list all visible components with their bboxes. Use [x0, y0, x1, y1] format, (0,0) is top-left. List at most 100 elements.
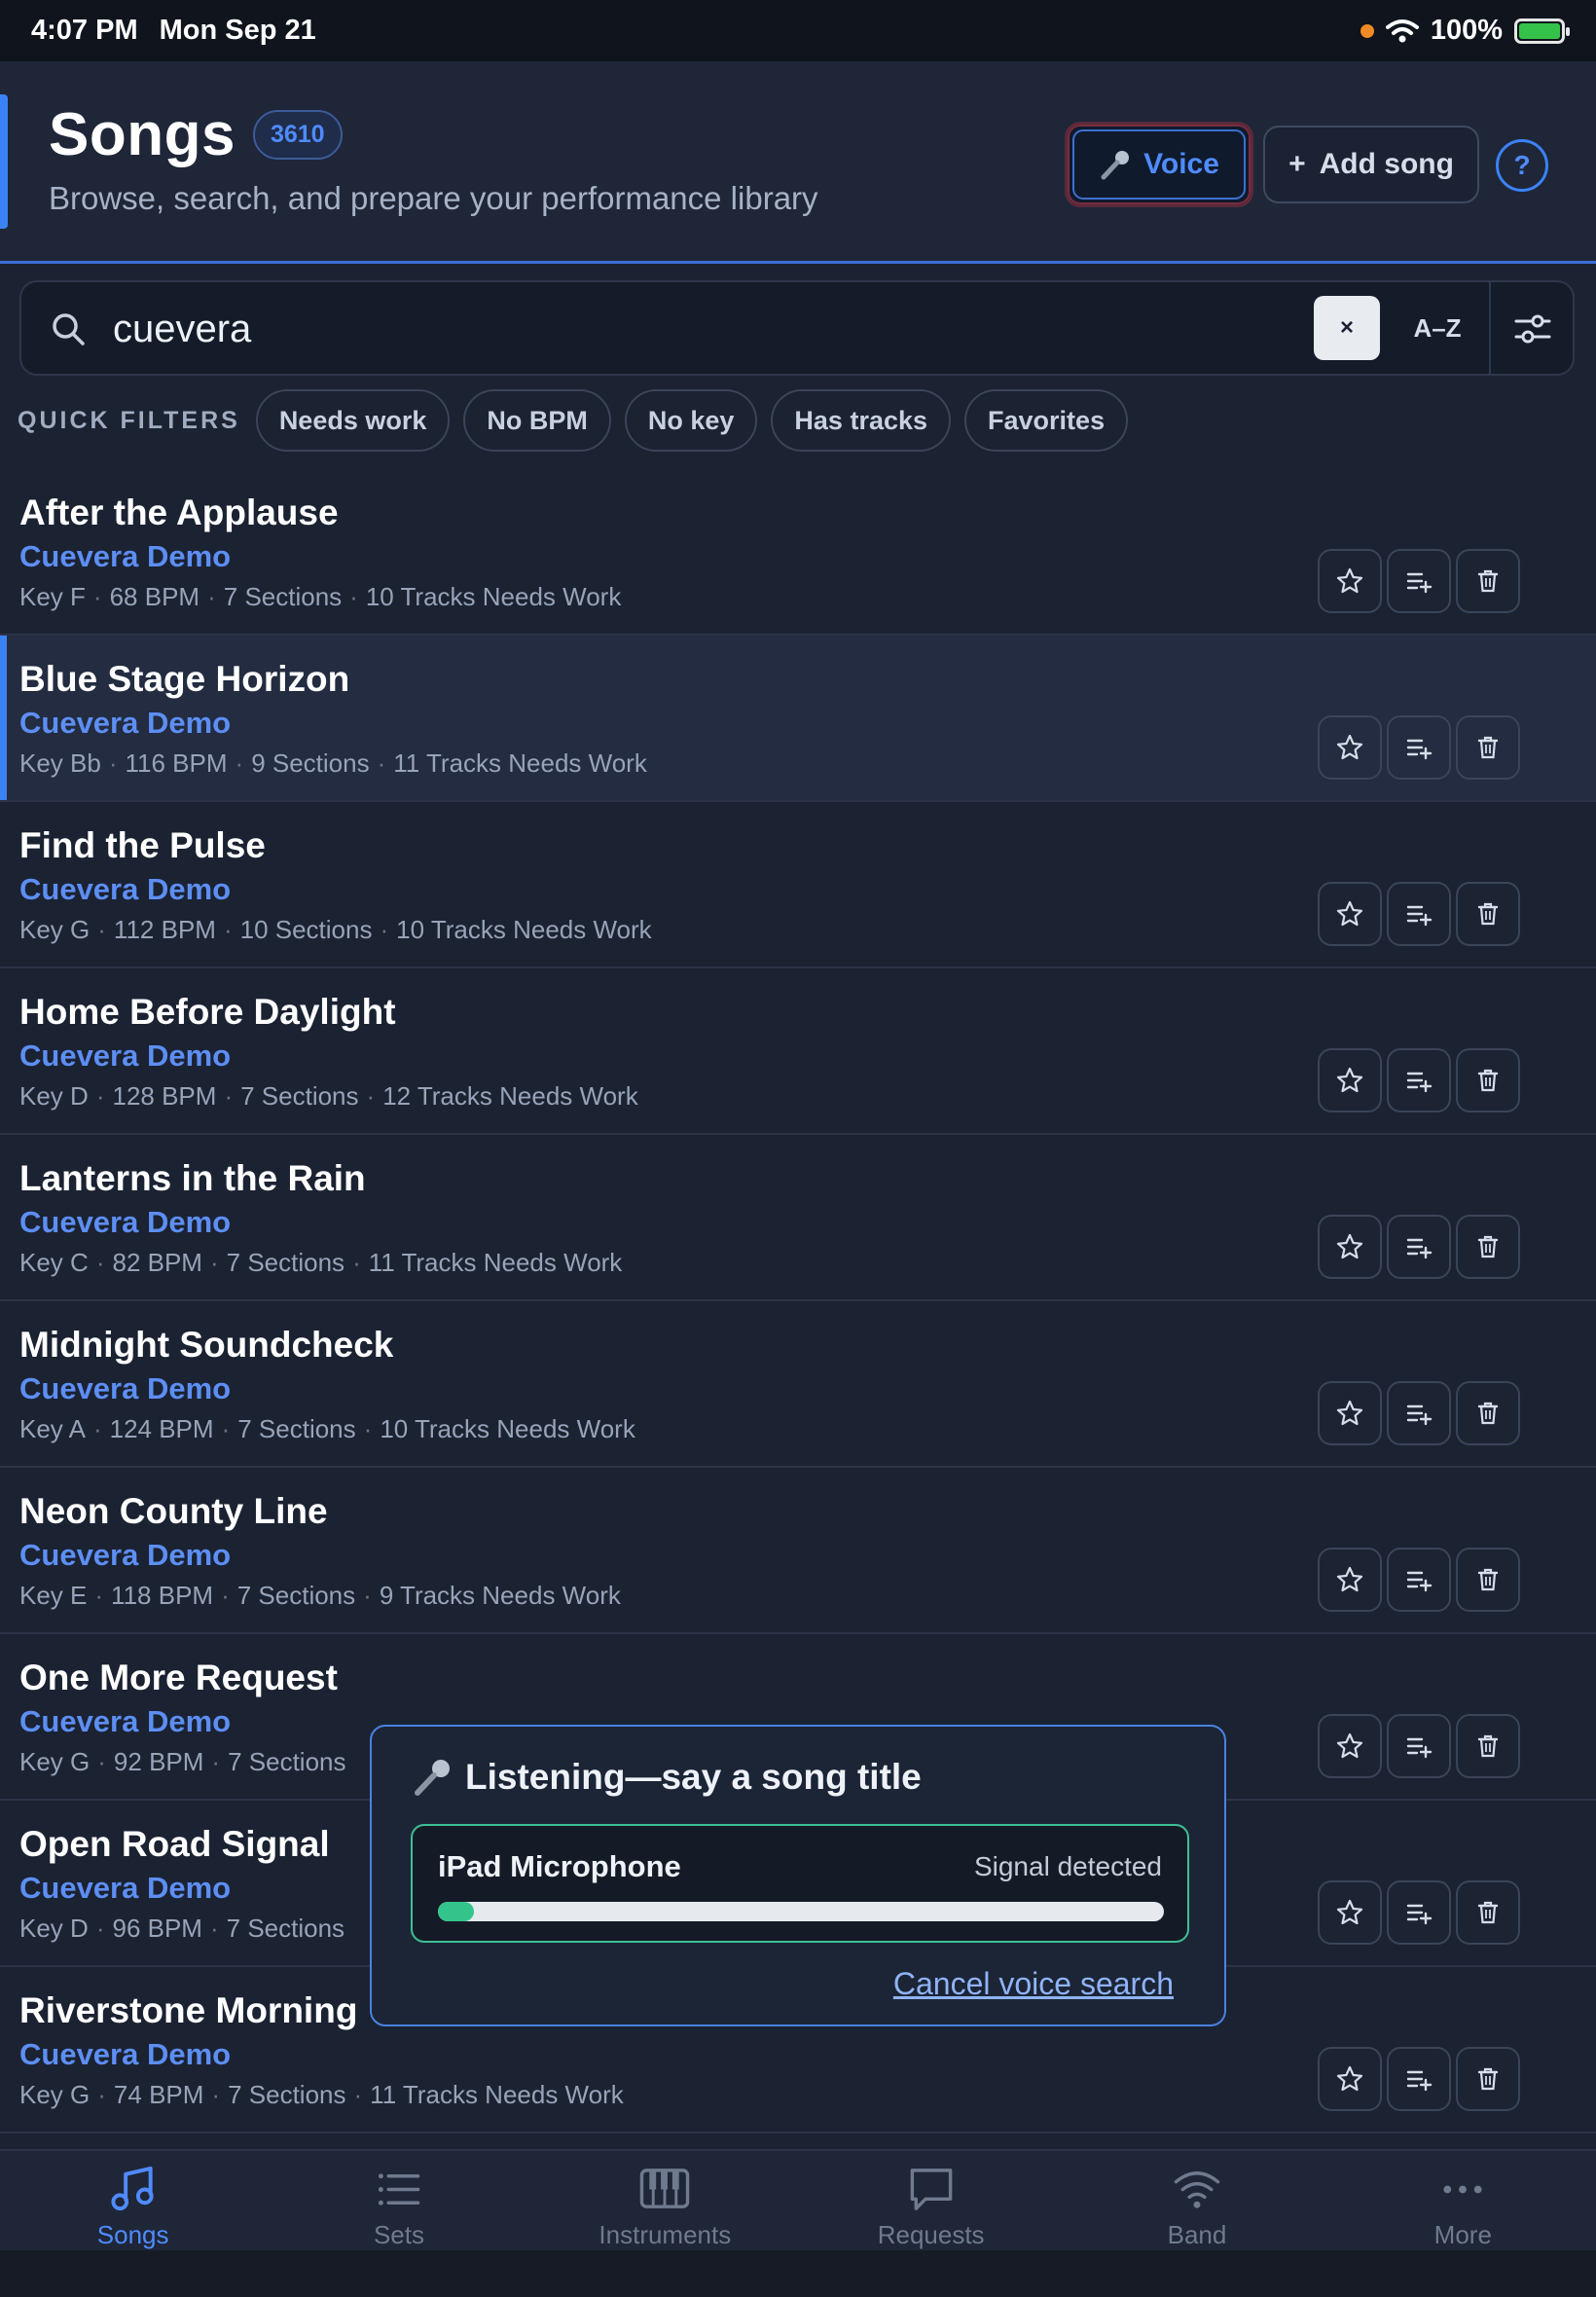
- favorite-button[interactable]: [1318, 1880, 1382, 1945]
- meta-separator: ·: [221, 1414, 231, 1443]
- song-artist: Cuevera Demo: [19, 1871, 232, 1905]
- favorite-button[interactable]: [1318, 1381, 1382, 1445]
- tab-label-more: More: [1433, 2220, 1492, 2249]
- song-row[interactable]: Home Before Daylight Cuevera Demo Key D ·…: [0, 968, 1596, 1135]
- meta-separator: ·: [108, 748, 118, 778]
- battery-icon: [1514, 18, 1570, 44]
- song-meta: Key G · 74 BPM · 7 Sections · 11 Tracks Needs …: [19, 2080, 624, 2110]
- add-to-set-button[interactable]: [1387, 2047, 1451, 2111]
- delete-button[interactable]: [1456, 1880, 1520, 1945]
- song-sections: 9 Sections: [251, 748, 370, 778]
- delete-button[interactable]: [1456, 1215, 1520, 1279]
- filter-chip-needs-work[interactable]: Needs work: [255, 389, 451, 452]
- add-to-set-button[interactable]: [1387, 1215, 1451, 1279]
- song-row[interactable]: After the Applause Cuevera Demo Key F · 68…: [0, 469, 1596, 636]
- song-title: One More Request: [19, 1658, 338, 1697]
- song-row[interactable]: Midnight Soundcheck Cuevera Demo Key A · 1…: [0, 1301, 1596, 1468]
- delete-button[interactable]: [1456, 1048, 1520, 1112]
- delete-button[interactable]: [1456, 1381, 1520, 1445]
- song-tracks: 11 Tracks Needs Work: [393, 748, 647, 778]
- tab-sets[interactable]: Sets: [266, 2151, 531, 2250]
- delete-button[interactable]: [1456, 1548, 1520, 1612]
- star-icon: [1336, 1400, 1363, 1426]
- song-artist: Cuevera Demo: [19, 1538, 232, 1572]
- add-to-list-icon: [1406, 572, 1433, 594]
- microphone-panel: iPad Microphone Signal detected: [411, 1824, 1189, 1943]
- clear-search-button[interactable]: ×: [1314, 296, 1380, 360]
- favorite-button[interactable]: [1318, 549, 1382, 613]
- plus-icon: +: [1288, 148, 1306, 180]
- song-key: Key G: [19, 2080, 91, 2109]
- song-bpm: 74 BPM: [113, 2080, 204, 2109]
- tab-requests[interactable]: Requests: [798, 2151, 1064, 2250]
- trash-icon: [1477, 1402, 1499, 1425]
- song-row[interactable]: Blue Stage Horizon Cuevera Demo Key Bb · 1…: [0, 636, 1596, 802]
- listening-text: Listening—say a song title: [465, 1757, 922, 1797]
- music-note-icon: [111, 2166, 154, 2211]
- song-actions: [1318, 1714, 1520, 1778]
- song-artist: Cuevera Demo: [19, 1039, 232, 1073]
- tab-label-requests: Requests: [877, 2220, 985, 2249]
- song-row[interactable]: Find the Pulse Cuevera Demo Key G · 112 BP…: [0, 802, 1596, 968]
- add-to-set-button[interactable]: [1387, 1714, 1451, 1778]
- cancel-voice-search-link[interactable]: Cancel voice search: [893, 1966, 1174, 2002]
- favorite-button[interactable]: [1318, 882, 1382, 946]
- add-song-button[interactable]: + Add song: [1263, 126, 1479, 203]
- favorite-button[interactable]: [1318, 1215, 1382, 1279]
- add-to-set-button[interactable]: [1387, 1381, 1451, 1445]
- song-bpm: 112 BPM: [113, 915, 216, 944]
- song-actions: [1318, 882, 1520, 946]
- add-to-set-button[interactable]: [1387, 549, 1451, 613]
- voice-search-button[interactable]: Voice: [1065, 122, 1253, 207]
- delete-button[interactable]: [1456, 1714, 1520, 1778]
- delete-button[interactable]: [1456, 549, 1520, 613]
- sort-button[interactable]: A–Z: [1394, 296, 1481, 360]
- tab-more[interactable]: More: [1330, 2151, 1596, 2250]
- meta-separator: ·: [95, 1081, 105, 1111]
- add-to-set-button[interactable]: [1387, 1548, 1451, 1612]
- add-to-list-icon: [1406, 1404, 1433, 1426]
- add-to-set-button[interactable]: [1387, 1880, 1451, 1945]
- favorite-button[interactable]: [1318, 715, 1382, 780]
- delete-button[interactable]: [1456, 715, 1520, 780]
- help-button[interactable]: ?: [1496, 139, 1548, 192]
- trash-icon: [1477, 2067, 1499, 2091]
- favorite-button[interactable]: [1318, 1048, 1382, 1112]
- mic-name: iPad Microphone: [438, 1849, 681, 1883]
- add-to-list-icon: [1406, 905, 1433, 927]
- song-actions: [1318, 2047, 1520, 2111]
- search-input[interactable]: [113, 300, 794, 358]
- tab-label-sets: Sets: [373, 2220, 424, 2249]
- filter-chip-no-bpm[interactable]: No BPM: [463, 389, 611, 452]
- song-bpm: 116 BPM: [125, 748, 228, 778]
- song-row[interactable]: Lanterns in the Rain Cuevera Demo Key C ·…: [0, 1135, 1596, 1301]
- add-to-set-button[interactable]: [1387, 715, 1451, 780]
- delete-button[interactable]: [1456, 2047, 1520, 2111]
- filter-chip-favorites[interactable]: Favorites: [964, 389, 1129, 452]
- song-title: Lanterns in the Rain: [19, 1158, 366, 1198]
- favorite-button[interactable]: [1318, 2047, 1382, 2111]
- song-sections: 7 Sections: [228, 1747, 346, 1776]
- add-to-set-button[interactable]: [1387, 1048, 1451, 1112]
- meta-separator: ·: [211, 1747, 221, 1776]
- tab-band[interactable]: Band: [1064, 2151, 1329, 2250]
- filter-chip-no-key[interactable]: No key: [624, 389, 758, 452]
- filter-settings-button[interactable]: [1489, 282, 1575, 376]
- favorite-button[interactable]: [1318, 1714, 1382, 1778]
- trash-icon: [1477, 736, 1499, 759]
- battery-percent: 100%: [1430, 15, 1503, 46]
- filter-chip-has-tracks[interactable]: Has tracks: [771, 389, 952, 452]
- tab-songs[interactable]: Songs: [0, 2151, 266, 2250]
- tab-label-band: Band: [1167, 2220, 1227, 2249]
- meta-separator: ·: [221, 1581, 230, 1610]
- favorite-button[interactable]: [1318, 1548, 1382, 1612]
- song-row[interactable]: Neon County Line Cuevera Demo Key E · 118 …: [0, 1468, 1596, 1634]
- add-to-set-button[interactable]: [1387, 882, 1451, 946]
- song-sections: 10 Sections: [239, 915, 373, 944]
- delete-button[interactable]: [1456, 882, 1520, 946]
- star-icon: [1336, 734, 1363, 760]
- popup-title: Listening—say a song title: [411, 1756, 922, 1799]
- star-icon: [1336, 1566, 1363, 1592]
- tab-instruments[interactable]: Instruments: [532, 2151, 798, 2250]
- song-artist: Cuevera Demo: [19, 706, 232, 740]
